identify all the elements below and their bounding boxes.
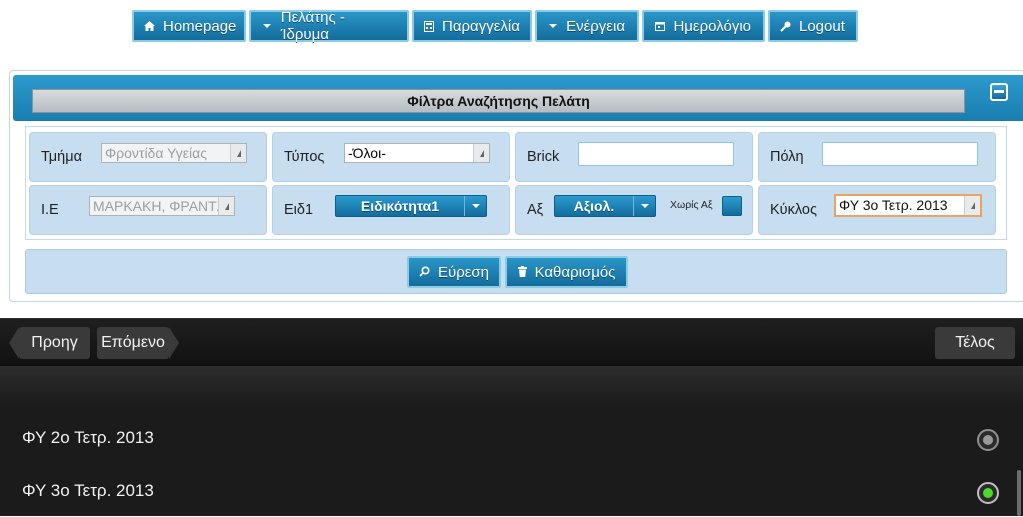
- picker-option[interactable]: ΦΥ 2ο Τετρ. 2013: [0, 414, 1023, 464]
- typos-label: Τύπος: [284, 149, 325, 165]
- poli-input[interactable]: [822, 142, 978, 166]
- chevron-down-icon: [261, 24, 273, 28]
- nav-calendar-button[interactable]: Ημερολόγιο: [642, 10, 765, 42]
- filter-fields: Τμήμα Φροντίδα Υγείας Τύπος -Όλοι- Brick…: [25, 126, 1007, 240]
- eid1-select-button[interactable]: Ειδικότητα1: [335, 195, 487, 217]
- ax-value: Αξιολ.: [573, 198, 615, 214]
- picker-option-label: ΦΥ 2ο Τετρ. 2013: [22, 428, 154, 447]
- kyklos-label: Κύκλος: [770, 202, 817, 218]
- nav-action-label: Ενέργεια: [566, 17, 625, 35]
- tmima-cell: Τμήμα Φροντίδα Υγείας: [29, 132, 267, 182]
- picker-next-button[interactable]: Επόμενο: [97, 327, 179, 359]
- dropdown-arrow-icon: [473, 144, 489, 162]
- tmima-label: Τμήμα: [41, 149, 82, 165]
- clear-button[interactable]: Καθαρισμός: [505, 256, 628, 288]
- kyklos-cell: Κύκλος ΦΥ 3ο Τετρ. 2013: [758, 185, 996, 235]
- nav-homepage-button[interactable]: Homepage: [132, 10, 246, 42]
- nav-order-label: Παραγγελία: [442, 17, 520, 35]
- tmima-value: Φροντίδα Υγείας: [105, 145, 207, 161]
- picker-prev-button[interactable]: Προηγ: [9, 327, 90, 359]
- kyklos-select[interactable]: ΦΥ 3ο Τετρ. 2013: [834, 194, 982, 217]
- ax-label: Αξ: [527, 202, 544, 218]
- minus-icon: [994, 90, 1004, 93]
- dropdown-arrow-icon: [964, 196, 980, 215]
- nav-logout-label: Logout: [799, 17, 845, 35]
- filter-actions: Εύρεση Καθαρισμός: [25, 249, 1007, 294]
- nav-customer-button[interactable]: Πελάτης - Ίδρυμα: [249, 9, 409, 43]
- picker-toolbar: Προηγ Επόμενο Τέλος: [0, 318, 1023, 366]
- tmima-select[interactable]: Φροντίδα Υγείας: [101, 143, 247, 163]
- chevron-down-icon[interactable]: [464, 196, 486, 216]
- brick-label: Brick: [527, 149, 560, 165]
- filter-panel: Φίλτρα Αναζήτησης Πελάτη Τμήμα Φροντίδα …: [9, 70, 1023, 302]
- chevron-down-icon: [547, 24, 558, 28]
- ax-select-button[interactable]: Αξιολ.: [554, 195, 656, 217]
- picker-done-button[interactable]: Τέλος: [935, 327, 1015, 359]
- nav-homepage-label: Homepage: [163, 17, 237, 35]
- radio-button[interactable]: [977, 482, 999, 504]
- radio-button[interactable]: [977, 429, 999, 451]
- calculator-icon: [424, 20, 434, 32]
- search-button[interactable]: Εύρεση: [407, 256, 501, 288]
- poli-cell: Πόλη: [758, 132, 996, 182]
- top-navigation: Homepage Πελάτης - Ίδρυμα Παραγγελία Ενέ…: [132, 9, 858, 43]
- scrollbar[interactable]: [1017, 470, 1021, 516]
- ie-label: Ι.Ε: [41, 202, 59, 218]
- clear-label: Καθαρισμός: [534, 263, 616, 281]
- picker-option[interactable]: ΦΥ 3ο Τετρ. 2013: [0, 467, 1023, 517]
- nav-calendar-label: Ημερολόγιο: [673, 17, 751, 35]
- eid1-label: Ειδ1: [284, 202, 314, 218]
- filter-panel-title: Φίλτρα Αναζήτησης Πελάτη: [32, 89, 965, 113]
- trash-icon: [517, 264, 527, 281]
- picker-options-list: ΦΥ 2ο Τετρ. 2013 ΦΥ 3ο Τετρ. 2013: [0, 366, 1023, 516]
- filter-panel-header: Φίλτρα Αναζήτησης Πελάτη: [13, 75, 1023, 121]
- brick-cell: Brick: [515, 132, 753, 182]
- ie-select[interactable]: ΜΑΡΚΑΚΗ, ΦΡΑΝΤΖ: [89, 196, 235, 216]
- home-icon: [144, 21, 155, 31]
- nav-order-button[interactable]: Παραγγελία: [412, 10, 532, 42]
- ie-cell: Ι.Ε ΜΑΡΚΑΚΗ, ΦΡΑΝΤΖ: [29, 185, 267, 235]
- picker-option-label: ΦΥ 3ο Τετρ. 2013: [22, 481, 154, 500]
- xoris-ax-label: Χωρίς Αξ: [670, 199, 713, 211]
- typos-value: -Όλοι-: [348, 145, 386, 161]
- ax-cell: Αξ Αξιολ. Χωρίς Αξ: [515, 185, 753, 235]
- eid1-value: Ειδικότητα1: [360, 198, 440, 214]
- calendar-icon: [654, 21, 665, 31]
- dropdown-arrow-icon: [218, 197, 234, 215]
- typos-select[interactable]: -Όλοι-: [344, 143, 490, 163]
- search-icon: [419, 264, 430, 281]
- ie-value: ΜΑΡΚΑΚΗ, ΦΡΑΝΤΖ: [93, 198, 226, 214]
- chevron-down-icon[interactable]: [633, 196, 655, 216]
- collapse-button[interactable]: [990, 83, 1008, 101]
- brick-input[interactable]: [578, 142, 734, 166]
- kyklos-value: ΦΥ 3ο Τετρ. 2013: [839, 197, 948, 213]
- poli-label: Πόλη: [770, 149, 804, 165]
- search-label: Εύρεση: [437, 263, 490, 281]
- typos-cell: Τύπος -Όλοι-: [272, 132, 510, 182]
- eid1-cell: Ειδ1 Ειδικότητα1: [272, 185, 510, 235]
- nav-logout-button[interactable]: Logout: [768, 10, 858, 42]
- nav-customer-label: Πελάτης - Ίδρυμα: [280, 9, 345, 43]
- nav-action-button[interactable]: Ενέργεια: [535, 10, 639, 42]
- dropdown-arrow-icon: [230, 144, 246, 162]
- key-icon: [780, 21, 791, 32]
- xoris-ax-checkbox[interactable]: [722, 196, 742, 216]
